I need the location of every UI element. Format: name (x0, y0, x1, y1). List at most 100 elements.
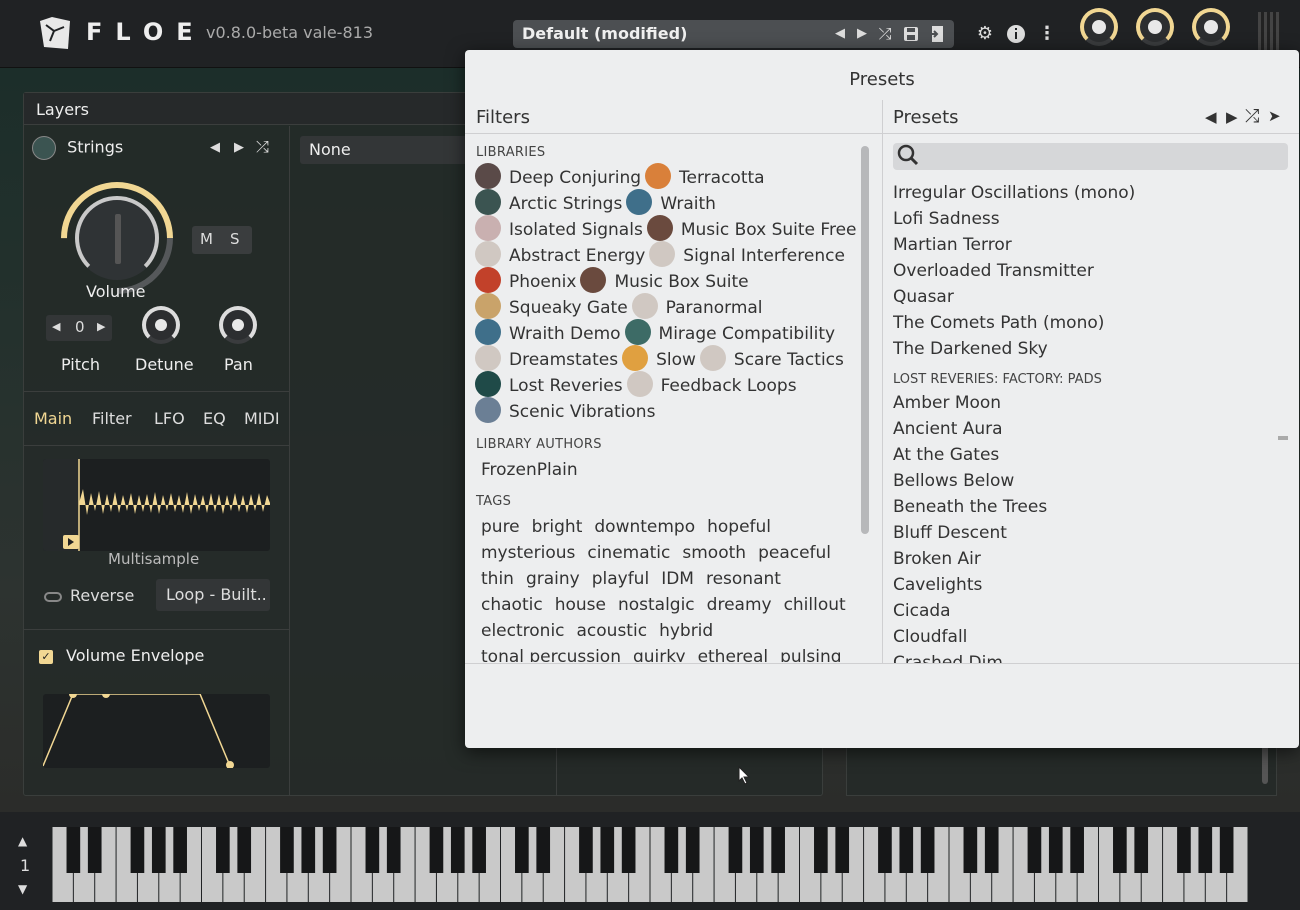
instrument-selector-layer-2[interactable]: None (300, 136, 470, 164)
preset-item[interactable]: The Comets Path (mono) (893, 310, 1253, 336)
black-key[interactable] (1113, 827, 1127, 873)
tag-filter[interactable]: house (555, 592, 606, 618)
envelope-release-handle[interactable] (226, 761, 234, 769)
preset-item[interactable]: The Darkened Sky (893, 336, 1253, 362)
preset-search-input[interactable] (893, 143, 1288, 170)
tag-filter[interactable]: playful (592, 566, 649, 592)
preset-item[interactable]: Ancient Aura (893, 416, 1253, 442)
chevron-right-icon[interactable]: ▶ (852, 23, 872, 45)
tag-filter[interactable]: peaceful (758, 540, 831, 566)
tag-filter[interactable]: acoustic (577, 618, 648, 644)
black-key[interactable] (1219, 827, 1234, 873)
tag-filter[interactable]: ethereal (698, 644, 769, 662)
preset-item[interactable]: Cicada (893, 598, 1253, 624)
chevron-left-icon[interactable]: ◀ (830, 23, 850, 45)
black-key[interactable] (450, 827, 465, 873)
tag-filter[interactable]: IDM (661, 566, 694, 592)
gear-icon[interactable]: ⚙ (973, 20, 997, 48)
tab-lfo[interactable]: LFO (154, 409, 185, 428)
preset-item[interactable]: Irregular Oscillations (mono) (893, 180, 1253, 206)
tag-filter[interactable]: pulsing (780, 644, 841, 662)
preset-item[interactable]: Broken Air (893, 546, 1253, 572)
tab-main[interactable]: Main (34, 409, 72, 428)
black-key[interactable] (1070, 827, 1084, 873)
library-filter[interactable]: Wraith Demo (475, 319, 621, 347)
tag-filter[interactable]: electronic (481, 618, 565, 644)
preset-item[interactable]: Bluff Descent (893, 520, 1253, 546)
preset-item[interactable]: Beneath the Trees (893, 494, 1253, 520)
black-key[interactable] (365, 827, 380, 873)
library-filter[interactable]: Dreamstates (475, 345, 618, 373)
tag-filter[interactable]: bright (532, 514, 583, 540)
chevron-right-icon[interactable]: ▶ (1226, 108, 1238, 126)
tag-filter[interactable]: smooth (682, 540, 746, 566)
piano-keyboard[interactable] (52, 827, 1248, 902)
black-key[interactable] (1048, 827, 1063, 873)
preset-list-scrollbar[interactable] (1278, 436, 1288, 440)
black-key[interactable] (536, 827, 551, 873)
mute-button[interactable]: M (200, 230, 213, 248)
black-key[interactable] (322, 827, 337, 873)
black-key[interactable] (1027, 827, 1042, 873)
tag-filter[interactable]: pure (481, 514, 520, 540)
black-key[interactable] (664, 827, 679, 873)
preset-selector[interactable]: Default (modified) ◀ ▶ ⤮ (513, 20, 954, 48)
master-knob-3[interactable] (1192, 8, 1230, 46)
black-key[interactable] (600, 827, 615, 873)
preset-item[interactable]: At the Gates (893, 442, 1253, 468)
tag-filter[interactable]: nostalgic (618, 592, 695, 618)
black-key[interactable] (814, 827, 828, 873)
library-filter[interactable]: Slow (622, 345, 696, 373)
library-filter[interactable]: Music Box Suite (580, 267, 749, 295)
preset-item[interactable]: Martian Terror (893, 232, 1253, 258)
preset-item[interactable]: Cloudfall (893, 624, 1253, 650)
tag-filter[interactable]: mysterious (481, 540, 575, 566)
library-filter[interactable]: Paranormal (631, 293, 763, 321)
library-filter[interactable]: Arctic Strings (475, 189, 622, 217)
library-filter[interactable]: Mirage Compatibility (624, 319, 835, 347)
black-key[interactable] (835, 827, 850, 873)
black-key[interactable] (515, 827, 529, 873)
black-key[interactable] (66, 827, 81, 873)
library-filter[interactable]: Deep Conjuring (475, 163, 641, 191)
black-key[interactable] (899, 827, 914, 873)
chevron-right-icon[interactable]: ▶ (234, 140, 244, 155)
master-knob-1[interactable] (1080, 8, 1118, 46)
library-filter[interactable]: Abstract Energy (475, 241, 645, 269)
black-key[interactable] (984, 827, 999, 873)
black-key[interactable] (771, 827, 785, 873)
black-key[interactable] (685, 827, 700, 873)
tag-filter[interactable]: dreamy (707, 592, 772, 618)
black-key[interactable] (1177, 827, 1191, 873)
black-key[interactable] (878, 827, 892, 873)
import-icon[interactable] (926, 23, 946, 45)
black-key[interactable] (280, 827, 294, 873)
tag-filter[interactable]: cinematic (587, 540, 670, 566)
black-key[interactable] (472, 827, 486, 873)
preset-item[interactable]: Crashed Dim (893, 650, 1253, 663)
tag-filter[interactable]: hybrid (659, 618, 713, 644)
black-key[interactable] (579, 827, 593, 873)
octave-down-icon[interactable]: ▼ (18, 882, 27, 896)
shuffle-icon[interactable]: ⤮ (256, 137, 269, 157)
envelope-attack-handle[interactable] (69, 690, 77, 698)
tag-filter[interactable]: hopeful (707, 514, 771, 540)
library-filter[interactable]: Scare Tactics (699, 345, 844, 373)
black-key[interactable] (87, 827, 102, 873)
black-key[interactable] (151, 827, 166, 873)
library-filter[interactable]: Isolated Signals (475, 215, 643, 243)
tag-filter[interactable]: thin (481, 566, 514, 592)
tab-filter[interactable]: Filter (92, 409, 132, 428)
preset-item[interactable]: Bellows Below (893, 468, 1253, 494)
tag-filter[interactable]: resonant (706, 566, 781, 592)
detune-knob[interactable] (142, 306, 180, 344)
tag-filter[interactable]: grainy (526, 566, 580, 592)
filters-scrollbar[interactable] (861, 146, 869, 534)
black-key[interactable] (130, 827, 145, 873)
tag-filter[interactable]: chaotic (481, 592, 543, 618)
master-knob-2[interactable] (1136, 8, 1174, 46)
library-filter[interactable]: Scenic Vibrations (475, 397, 655, 425)
library-filter[interactable]: Lost Reveries (475, 371, 623, 399)
chevron-left-icon[interactable]: ◀ (210, 140, 220, 155)
info-icon[interactable] (1004, 20, 1028, 48)
